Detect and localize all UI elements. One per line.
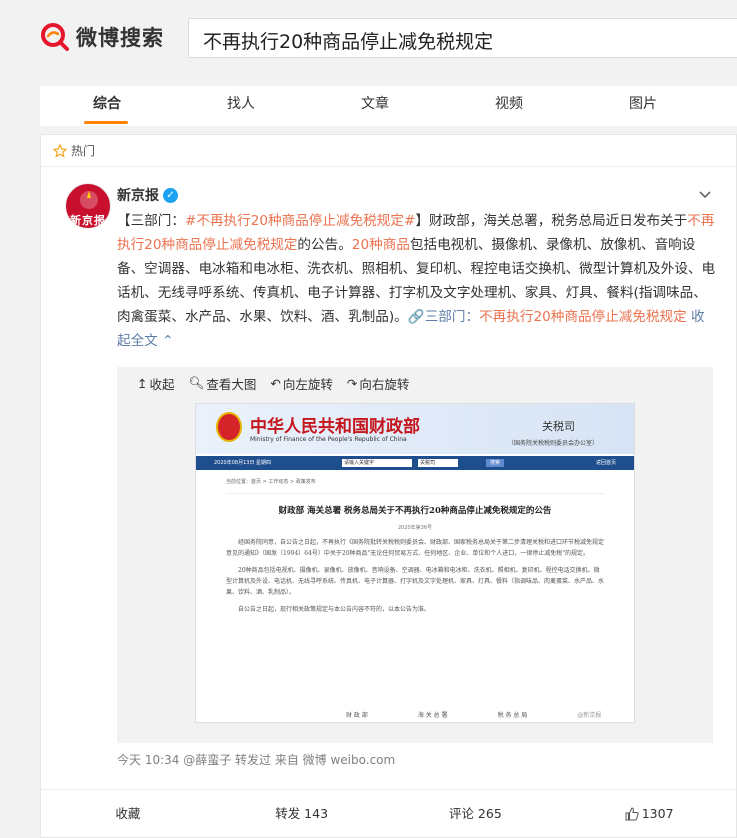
verified-icon: ✓ [163, 187, 178, 203]
doc-paragraph: 20种商品包括电视机、摄像机、录像机、放像机、音响设备、空调器、电冰箱和电冰柜、… [226, 567, 605, 596]
like-button[interactable]: 1307 [562, 790, 736, 837]
hashtag-link[interactable]: #不再执行20种商品停止减免税规定# [185, 213, 415, 229]
rotate-right-label: 向右旋转 [359, 376, 410, 392]
chevron-down-icon[interactable] [698, 187, 712, 201]
search-icon: 🔍︎ [188, 375, 205, 390]
doc-ministry-subtitle: Ministry of Finance of the People's Repu… [250, 436, 407, 443]
repost-label: 转发 143 [275, 805, 329, 821]
favorite-button[interactable]: 收藏 [41, 790, 215, 837]
doc-select: 关税司 [418, 459, 458, 467]
doc-heading: 财政部 海关总署 税务总局关于不再执行20种商品停止减免税规定的公告 [278, 506, 552, 516]
doc-nav-date: 2020年08月13日 星期四 [214, 460, 272, 466]
doc-nav-home: 返回首页 [595, 460, 616, 466]
text-segment: 【三部门： [117, 213, 185, 229]
post-text: 【三部门：#不再执行20种商品停止减免税规定#】财政部，海关总署，税务总局近日发… [117, 209, 717, 353]
document-screenshot-image[interactable]: 中华人民共和国财政部 Ministry of Finance of the Pe… [195, 403, 635, 723]
author-name[interactable]: 新京报 ✓ [117, 185, 178, 205]
doc-breadcrumb: 当前位置：首页 > 工作动态 > 政策发布 [226, 479, 316, 485]
comment-label: 评论 265 [448, 805, 502, 821]
view-large-label: 查看大图 [206, 376, 257, 392]
rotate-right-button[interactable]: ↷ 向右旋转 [347, 374, 410, 393]
media-toolbar: ↥ 收起 🔍︎ 查看大图 ↶ 向左旋转 ↷ 向右旋转 [117, 367, 713, 399]
doc-signature: 税 务 总 局 [497, 712, 528, 719]
doc-signature: 海 关 总 署 [417, 712, 448, 719]
tab-comprehensive[interactable]: 综合 [40, 86, 174, 126]
hot-label: 热门 [71, 144, 96, 158]
thumbs-up-icon [625, 806, 639, 820]
favorite-label: 收藏 [115, 805, 141, 821]
collapse-label: 收起 [149, 376, 175, 392]
avatar-text: 新京报 [70, 214, 106, 227]
text-segment: 】财政部，海关总署，税务总局近日发布关于 [415, 213, 688, 229]
doc-ministry-title: 中华人民共和国财政部 [250, 417, 420, 437]
tab-images[interactable]: 图片 [576, 86, 710, 126]
comment-button[interactable]: 评论 265 [389, 790, 563, 837]
logo-text: 微博搜索 [76, 26, 164, 50]
doc-body: 财政部 海关总署 税务总局关于不再执行20种商品停止减免税规定的公告 2020年… [226, 493, 604, 615]
rotate-left-button[interactable]: ↶ 向左旋转 [270, 374, 333, 393]
rotate-right-icon: ↷ [346, 375, 358, 391]
rotate-left-icon: ↶ [270, 375, 281, 391]
tab-articles[interactable]: 文章 [308, 86, 442, 126]
topic-link[interactable]: 不再执行20种商品停止减免税规定 [479, 309, 687, 325]
doc-signatures: 财 政 部 海 关 总 署 税 务 总 局 @新京报 [346, 710, 601, 719]
hot-section-header: 热门 [41, 135, 736, 167]
collapse-button[interactable]: ↥ 收起 [137, 374, 175, 393]
keyword-highlight: 20种商品 [351, 237, 410, 253]
post-meta: 今天 10:34 @薛蛮子 转发过 来自 微博 weibo.com [117, 753, 396, 767]
national-emblem-icon [216, 412, 242, 442]
doc-watermark: @新京报 [577, 712, 602, 719]
doc-nav-bar: 2020年08月13日 星期四 请输入关键字 关税司 搜索 返回首页 [196, 456, 634, 470]
author-name-text: 新京报 [117, 188, 159, 204]
rotate-left-label: 向左旋转 [282, 376, 333, 392]
weibo-search-logo[interactable]: 微博搜索 [40, 22, 164, 52]
view-large-button[interactable]: 🔍︎ 查看大图 [189, 374, 257, 393]
tab-videos[interactable]: 视频 [442, 86, 576, 126]
avatar[interactable]: 新京报 [65, 183, 111, 229]
doc-header: 中华人民共和国财政部 Ministry of Finance of the Pe… [196, 404, 634, 454]
doc-paragraph: 经国务院同意，自公告之日起，不再执行《国务院批转关税税则委员会、财政部、国家税务… [226, 539, 605, 557]
search-input[interactable]: 不再执行20种商品停止减免税规定 [188, 18, 737, 58]
topic-link-prefix[interactable]: 三部门： [425, 309, 479, 325]
up-arrow-icon: ↥ [137, 375, 148, 391]
doc-search-button: 搜索 [486, 459, 504, 467]
doc-number: 2020年第36号 [397, 525, 433, 531]
chevron-up-icon[interactable]: ⌃ [158, 333, 173, 349]
top-bar: 微博搜索 不再执行20种商品停止减免税规定 [0, 0, 737, 80]
doc-search-box: 请输入关键字 [342, 459, 412, 467]
tab-users[interactable]: 找人 [174, 86, 308, 126]
link-icon: 🔗 [407, 309, 425, 325]
doc-dept-sub: （国务院关税税则委员会办公室） [508, 440, 599, 447]
media-viewer: ↥ 收起 🔍︎ 查看大图 ↶ 向左旋转 ↷ 向右旋转 中华人民共和国财政部 Minist… [117, 367, 713, 743]
doc-paragraph: 自公告之日起，现行相关政策规定与本公告内容不符的，以本公告为准。 [238, 606, 431, 613]
doc-signature: 财 政 部 [346, 712, 368, 719]
star-icon [53, 143, 67, 158]
repost-button[interactable]: 转发 143 [215, 790, 389, 837]
doc-dept: 关税司 [542, 420, 575, 433]
search-tabs: 综合 找人 文章 视频 图片 [40, 86, 737, 126]
search-logo-icon [41, 23, 69, 51]
post-card: 热门 新京报 新京报 ✓ 【三部门：#不再执行20种商品停止减免税规定#】财政部… [40, 134, 737, 838]
post-actions: 收藏 转发 143 评论 265 1307 [41, 789, 736, 837]
like-count: 1307 [641, 805, 674, 821]
text-segment: 的公告。 [297, 237, 352, 253]
